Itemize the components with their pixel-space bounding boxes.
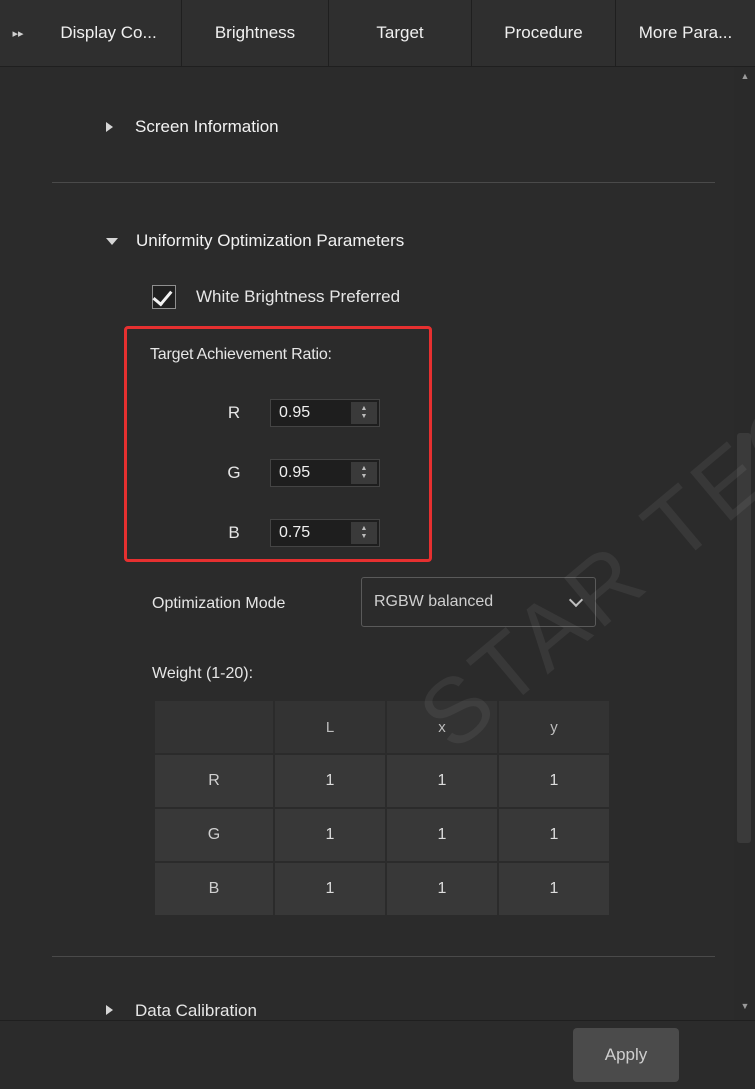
table-header-row: L x y: [153, 699, 611, 755]
section-title: Data Calibration: [135, 1001, 257, 1019]
channel-label: G: [227, 463, 241, 482]
table-row: B 1 1 1: [153, 861, 611, 917]
optimization-mode-label: Optimization Mode: [152, 595, 286, 612]
weight-cell[interactable]: 1: [385, 807, 499, 863]
table-header-cell: L: [273, 699, 387, 755]
white-brightness-label: White Brightness Preferred: [196, 287, 401, 306]
scroll-up-arrow-icon[interactable]: ▲: [738, 69, 752, 83]
section-uniformity-optimization[interactable]: Uniformity Optimization Parameters: [106, 231, 404, 251]
spin-arrows-icon[interactable]: ▲ ▼: [351, 522, 377, 544]
ratio-row-g: G 0.95 ▲ ▼: [220, 459, 380, 487]
ratio-row-r: R 0.95 ▲ ▼: [220, 399, 380, 427]
tab-procedure[interactable]: Procedure: [472, 0, 616, 66]
ratio-g-spinbox[interactable]: 0.95 ▲ ▼: [270, 459, 380, 487]
white-brightness-preferred-option[interactable]: White Brightness Preferred: [152, 285, 400, 309]
target-achievement-ratio-label: Target Achievement Ratio:: [150, 346, 332, 363]
tab-target[interactable]: Target: [329, 0, 472, 66]
spin-arrows-icon[interactable]: ▲ ▼: [351, 402, 377, 424]
table-header-cell: [153, 699, 275, 755]
double-chevron-right-icon[interactable]: ▸▸: [0, 0, 36, 66]
collapse-arrow-icon: [106, 237, 118, 245]
optimization-mode-select[interactable]: RGBW balanced: [361, 577, 596, 627]
section-data-calibration[interactable]: Data Calibration: [106, 1001, 257, 1019]
spinbox-value[interactable]: 0.95: [271, 404, 310, 422]
weight-cell[interactable]: 1: [497, 753, 611, 809]
weight-cell[interactable]: 1: [273, 807, 387, 863]
table-header-cell: y: [497, 699, 611, 755]
channel-label: R: [227, 403, 241, 422]
spinbox-value[interactable]: 0.95: [271, 464, 310, 482]
divider: [52, 182, 715, 183]
table-row: G 1 1 1: [153, 807, 611, 863]
divider: [52, 956, 715, 957]
tab-brightness[interactable]: Brightness: [182, 0, 329, 66]
section-title: Uniformity Optimization Parameters: [136, 231, 405, 250]
scroll-down-arrow-icon[interactable]: ▼: [738, 999, 752, 1013]
checkmark-icon: [152, 285, 173, 307]
apply-button[interactable]: Apply: [573, 1028, 679, 1082]
weight-cell[interactable]: 1: [273, 861, 387, 917]
select-value: RGBW balanced: [374, 593, 494, 610]
ratio-row-b: B 0.75 ▲ ▼: [220, 519, 380, 547]
row-header-cell: B: [153, 861, 275, 917]
channel-label: B: [228, 523, 240, 542]
ratio-b-spinbox[interactable]: 0.75 ▲ ▼: [270, 519, 380, 547]
row-header-cell: G: [153, 807, 275, 863]
section-screen-information[interactable]: Screen Information: [106, 117, 279, 137]
tab-more-parameters[interactable]: More Para...: [616, 0, 755, 66]
weight-cell[interactable]: 1: [273, 753, 387, 809]
weight-label: Weight (1-20):: [152, 665, 254, 682]
weight-table: L x y R 1 1 1 G 1 1 1 B 1 1 1: [153, 699, 611, 917]
vertical-scrollbar[interactable]: ▲ ▼: [734, 67, 755, 1020]
spin-arrows-icon[interactable]: ▲ ▼: [351, 462, 377, 484]
weight-cell[interactable]: 1: [385, 753, 499, 809]
tab-display-control[interactable]: Display Co...: [36, 0, 182, 66]
scrollbar-thumb[interactable]: [737, 433, 751, 843]
expand-arrow-icon: [106, 1005, 113, 1015]
tab-bar: ▸▸ Display Co... Brightness Target Proce…: [0, 0, 755, 67]
ratio-r-spinbox[interactable]: 0.95 ▲ ▼: [270, 399, 380, 427]
row-header-cell: R: [153, 753, 275, 809]
table-header-cell: x: [385, 699, 499, 755]
white-brightness-checkbox[interactable]: [152, 285, 176, 309]
expand-arrow-icon: [106, 122, 113, 132]
footer-bar: Apply: [0, 1020, 755, 1089]
weight-cell[interactable]: 1: [497, 807, 611, 863]
weight-cell[interactable]: 1: [385, 861, 499, 917]
settings-panel: Screen Information Uniformity Optimizati…: [36, 67, 719, 1020]
weight-cell[interactable]: 1: [497, 861, 611, 917]
chevron-down-icon: [568, 592, 584, 608]
table-row: R 1 1 1: [153, 753, 611, 809]
spinbox-value[interactable]: 0.75: [271, 524, 310, 542]
section-title: Screen Information: [135, 117, 279, 136]
